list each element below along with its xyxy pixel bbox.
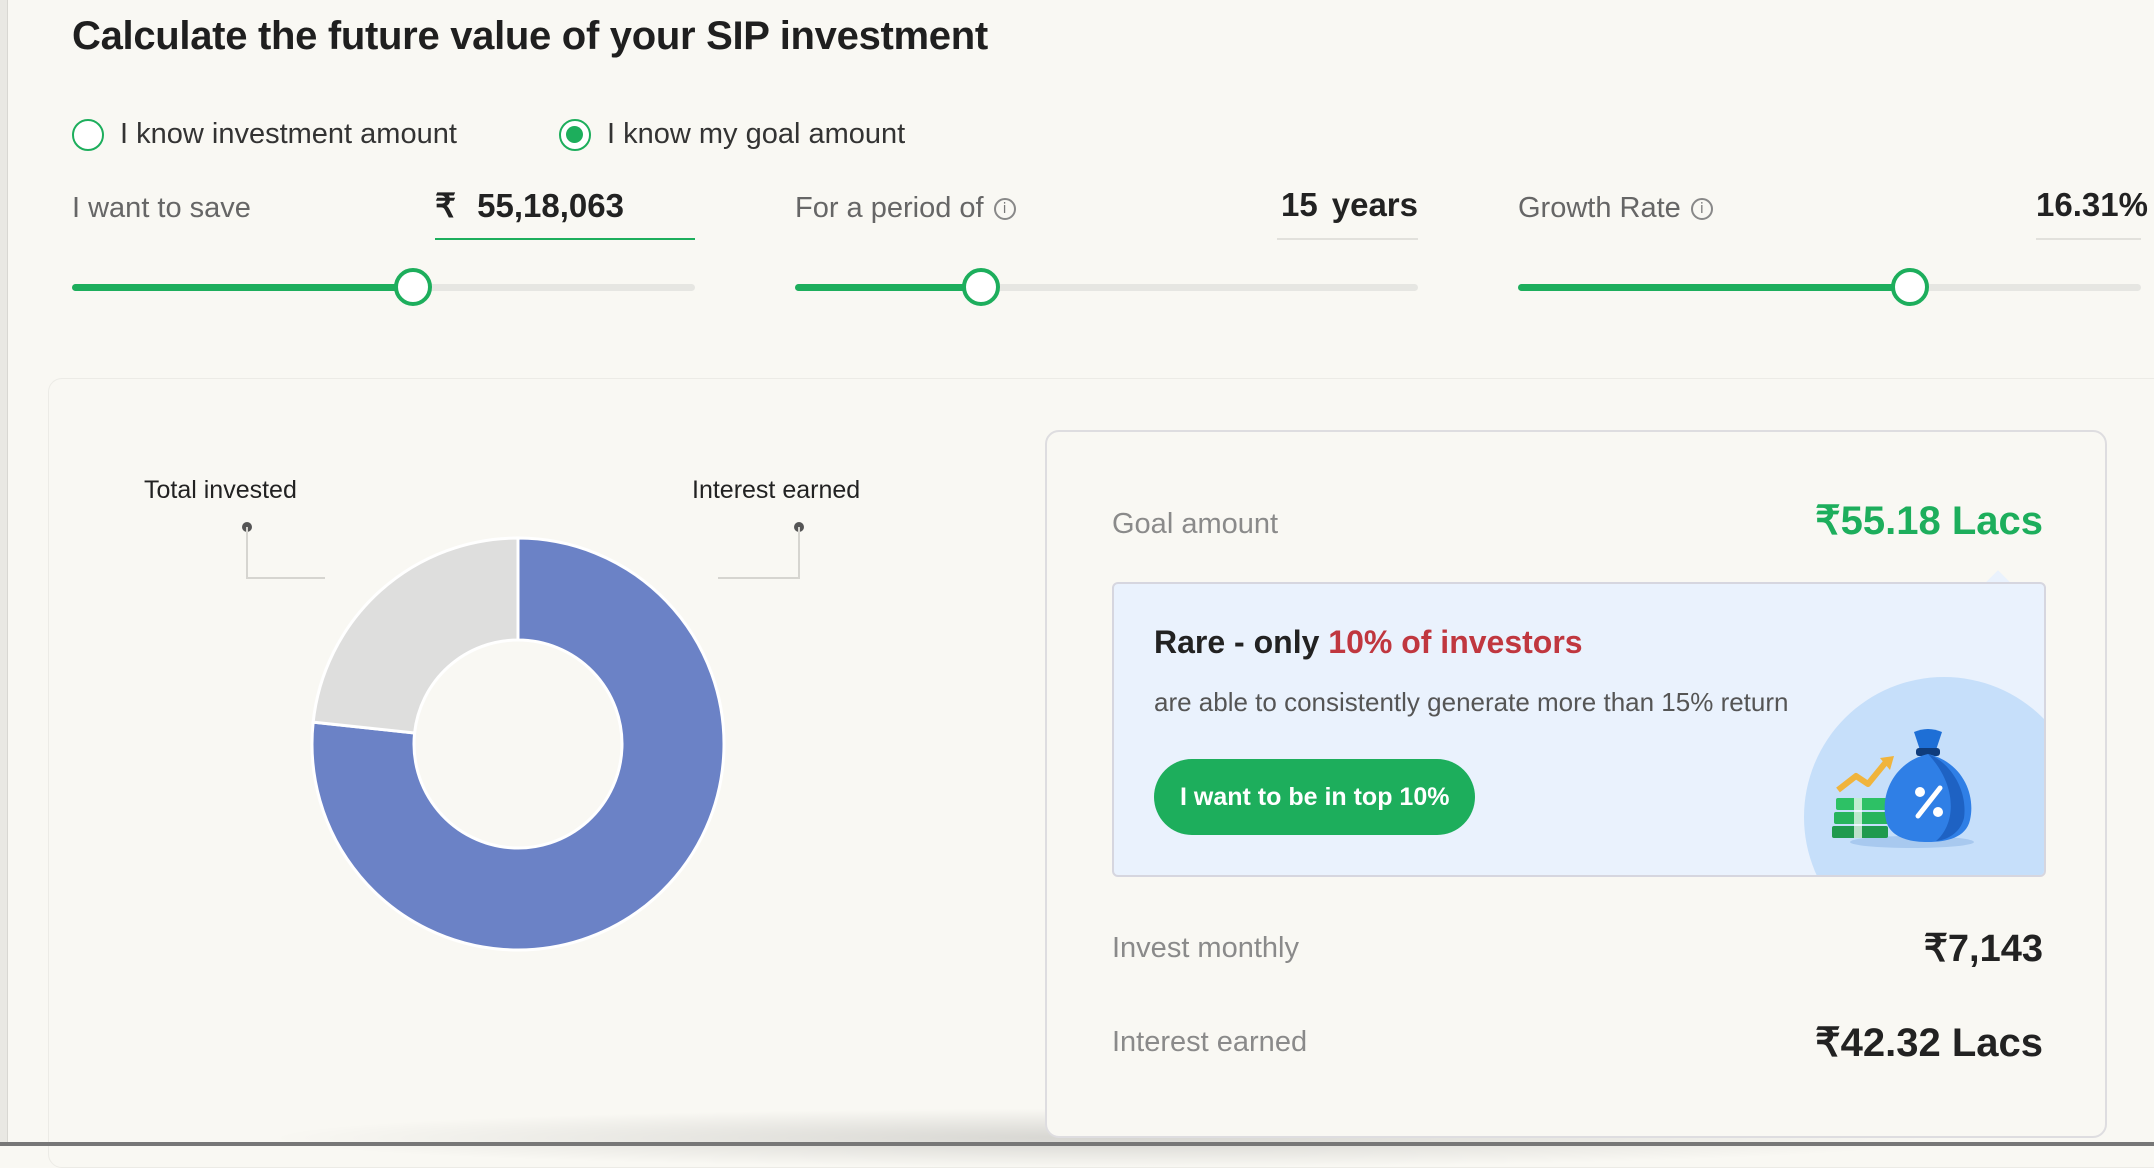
goal-amount-value: ₹55.18 Lacs — [1815, 499, 2043, 543]
promo-text: are able to consistently generate more t… — [1154, 687, 1789, 717]
window-bottom-edge — [0, 1142, 2154, 1146]
promo-title: Rare - only 10% of investors — [1154, 624, 1583, 661]
period-input[interactable]: 15 years — [1277, 186, 1418, 240]
invest-monthly-label: Invest monthly — [1112, 932, 1299, 964]
promo-banner: Rare - only 10% of investors are able to… — [1112, 582, 2046, 877]
leader-interest-earned — [718, 522, 804, 579]
invest-monthly-value: ₹7,143 — [1923, 928, 2043, 970]
interest-earned-value: ₹42.32 Lacs — [1815, 1021, 2043, 1065]
top-10-button[interactable]: I want to be in top 10% — [1154, 759, 1476, 835]
promo-title-accent: 10% of investors — [1328, 624, 1583, 660]
growth-slider-thumb[interactable] — [1890, 268, 1929, 306]
money-bag-percent-icon — [1832, 729, 1974, 848]
growth-label-text: Growth Rate — [1518, 192, 1681, 224]
growth-rate-value: 16.31% — [2036, 186, 2148, 223]
promo-title-prefix: Rare - only — [1154, 624, 1320, 660]
period-value: 15 — [1281, 186, 1318, 223]
donut-slice-total-invested — [311, 536, 520, 735]
result-card: Goal amount ₹55.18 Lacs Rare - only 10% … — [1045, 430, 2107, 1138]
growth-slider[interactable] — [1518, 268, 2141, 306]
growth-label: Growth Rate i — [1518, 192, 1713, 225]
goal-amount-label: Goal amount — [1112, 508, 1279, 540]
interest-earned-label: Interest earned — [1112, 1026, 1308, 1058]
period-unit: years — [1331, 186, 1418, 223]
donut-chart — [242, 522, 804, 952]
info-icon[interactable]: i — [1690, 197, 1713, 220]
growth-slider-fill — [1518, 284, 1910, 291]
leader-total-invested — [242, 522, 325, 579]
growth-rate-input[interactable]: 16.31% — [2036, 186, 2148, 240]
